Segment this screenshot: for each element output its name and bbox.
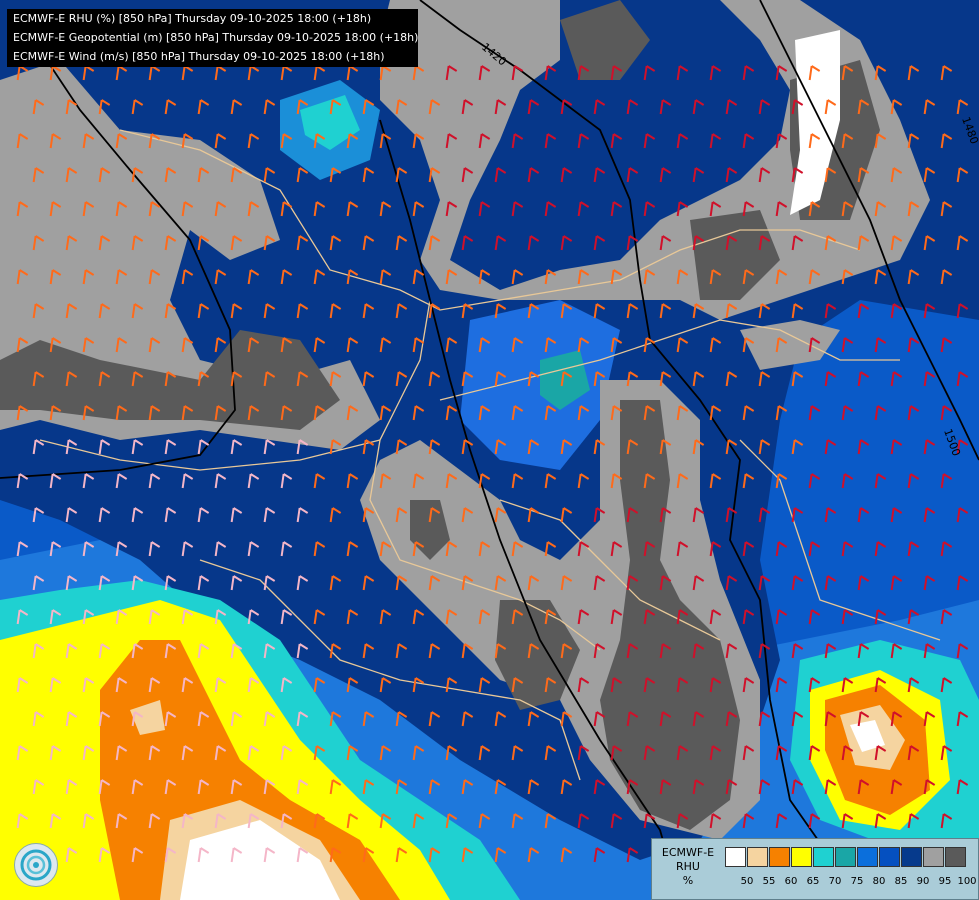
legend-swatch xyxy=(857,847,878,867)
ecmwf-logo-icon xyxy=(14,843,58,887)
legend-tick: 95 xyxy=(938,876,952,887)
legend-tick: 90 xyxy=(916,876,930,887)
legend-swatch xyxy=(835,847,856,867)
legend-tick: 65 xyxy=(806,876,820,887)
legend-swatch xyxy=(879,847,900,867)
legend-tick: 80 xyxy=(872,876,886,887)
legend-swatch xyxy=(725,847,746,867)
title-wind: ECMWF-E Wind (m/s) [850 hPa] Thursday 09… xyxy=(13,50,385,63)
legend-title-variable: RHU xyxy=(676,860,700,873)
legend-tick: 60 xyxy=(784,876,798,887)
title-geopotential: ECMWF-E Geopotential (m) [850 hPa] Thurs… xyxy=(13,31,419,44)
legend-tick: 50 xyxy=(740,876,754,887)
legend-tick: 75 xyxy=(850,876,864,887)
legend-title-model: ECMWF-E xyxy=(661,846,715,859)
legend-swatch xyxy=(813,847,834,867)
legend-swatch xyxy=(923,847,944,867)
legend-tick: 100 xyxy=(957,876,977,887)
color-legend: ECMWF-E RHU % 50 55 60 65 70 75 80 85 90 95 100 xyxy=(651,838,979,900)
legend-ticks: 50 55 60 65 70 75 80 85 90 95 100 xyxy=(725,876,977,887)
title-rhu: ECMWF-E RHU (%) [850 hPa] Thursday 09-10… xyxy=(13,12,372,25)
legend-swatch xyxy=(945,847,966,867)
legend-swatch xyxy=(769,847,790,867)
legend-swatch xyxy=(791,847,812,867)
legend-swatch xyxy=(747,847,768,867)
legend-tick: 70 xyxy=(828,876,842,887)
legend-swatch xyxy=(901,847,922,867)
legend-tick: 55 xyxy=(762,876,776,887)
legend-title-unit: % xyxy=(682,874,694,887)
legend-swatches xyxy=(725,847,967,867)
map-title-box: ECMWF-E RHU (%) [850 hPa] Thursday 09-10… xyxy=(7,9,418,67)
legend-title: ECMWF-E RHU % xyxy=(656,846,720,888)
rhu-map xyxy=(0,0,979,900)
legend-tick: 85 xyxy=(894,876,908,887)
